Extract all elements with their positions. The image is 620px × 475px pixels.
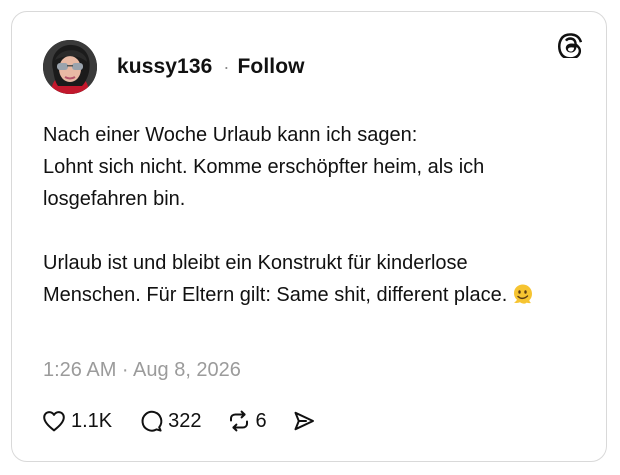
post-paragraph-1: Nach einer Woche Urlaub kann ich sagen: …	[43, 119, 563, 215]
share-button[interactable]	[291, 408, 317, 434]
send-icon	[294, 411, 314, 431]
repost-count: 6	[255, 409, 267, 432]
reply-count: 322	[168, 409, 202, 432]
follow-button[interactable]: Follow	[238, 55, 305, 79]
username[interactable]: kussy136	[117, 55, 212, 79]
repost-arrows-icon	[229, 410, 248, 432]
melting-face-emoji	[514, 284, 533, 304]
post-paragraph-2: Urlaub ist und bleibt ein Konstrukt für …	[43, 247, 563, 311]
action-bar: 1.1K 322 6	[41, 408, 317, 434]
like-count: 1.1K	[71, 409, 113, 432]
avatar[interactable]	[43, 40, 97, 94]
separator-dot: ·	[223, 56, 230, 77]
repost-button[interactable]: 6	[226, 408, 267, 434]
post-timestamp[interactable]: 1:26 AM · Aug 8, 2026	[43, 359, 241, 382]
speech-bubble-icon	[141, 410, 163, 432]
reply-button[interactable]: 322	[138, 408, 202, 434]
heart-icon	[43, 411, 65, 432]
post-card: kussy136 · Follow Nach einer Woche Urlau…	[11, 11, 607, 462]
paragraph-1-text: Nach einer Woche Urlaub kann ich sagen: …	[43, 124, 485, 210]
author-row: kussy136 · Follow	[117, 55, 305, 79]
threads-logo-icon[interactable]	[558, 32, 584, 58]
like-button[interactable]: 1.1K	[41, 408, 112, 434]
paragraph-2-text: Urlaub ist und bleibt ein Konstrukt für …	[43, 252, 508, 306]
post-body: Nach einer Woche Urlaub kann ich sagen: …	[43, 119, 563, 311]
